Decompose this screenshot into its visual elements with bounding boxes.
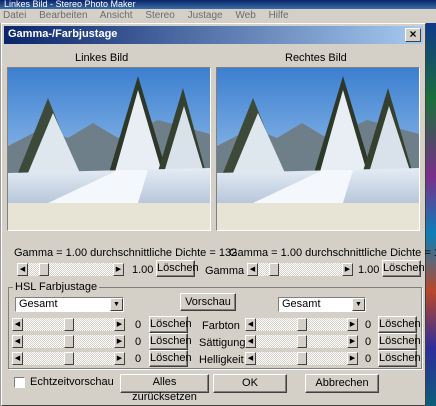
right-hue-value: 0: [365, 319, 372, 331]
slider-thumb[interactable]: [296, 352, 307, 365]
arrow-right-icon[interactable]: ▶: [347, 318, 358, 331]
dialog-titlebar[interactable]: Gamma-/Farbjustage ×: [4, 26, 423, 44]
left-brightness-value: 0: [135, 353, 142, 365]
left-gamma-info: Gamma = 1.00 durchschnittliche Dichte = …: [14, 247, 238, 259]
right-gamma-reset-button[interactable]: Löschen: [382, 260, 425, 277]
left-gamma-slider[interactable]: ◀ ▶: [17, 263, 124, 276]
arrow-left-icon[interactable]: ◀: [247, 263, 258, 276]
hsl-group-label: HSL Farbjustage: [13, 281, 100, 293]
arrow-right-icon[interactable]: ▶: [347, 335, 358, 348]
dropdown-arrow-icon[interactable]: ▼: [110, 298, 123, 311]
realtime-preview-checkbox[interactable]: [14, 377, 25, 388]
menu-justage[interactable]: Justage: [188, 10, 223, 21]
arrow-left-icon[interactable]: ◀: [245, 318, 256, 331]
left-hsl-select-value: Gesamt: [19, 298, 58, 310]
preview-button[interactable]: Vorschau: [180, 293, 236, 311]
right-hsl-select[interactable]: Gesamt ▼: [278, 297, 366, 312]
menu-hilfe[interactable]: Hilfe: [269, 10, 289, 21]
arrow-left-icon[interactable]: ◀: [12, 352, 23, 365]
arrow-left-icon[interactable]: ◀: [12, 335, 23, 348]
left-image-preview: [7, 67, 211, 231]
left-hue-value: 0: [135, 319, 142, 331]
left-brightness-slider[interactable]: ◀ ▶: [12, 352, 125, 365]
right-brightness-value: 0: [365, 353, 372, 365]
menu-bearbeiten[interactable]: Bearbeiten: [39, 10, 87, 21]
arrow-right-icon[interactable]: ▶: [114, 335, 125, 348]
left-brightness-reset-button[interactable]: Löschen: [149, 350, 192, 367]
arrow-left-icon[interactable]: ◀: [245, 335, 256, 348]
reset-all-button[interactable]: Alles zurücksetzen: [120, 374, 209, 403]
left-gamma-reset-button[interactable]: Löschen: [156, 260, 199, 277]
menu-datei[interactable]: Datei: [3, 10, 26, 21]
slider-thumb[interactable]: [296, 318, 307, 331]
right-image-label: Rechtes Bild: [285, 52, 347, 64]
menu-web[interactable]: Web: [235, 10, 255, 21]
right-gamma-slider[interactable]: ◀ ▶: [247, 263, 353, 276]
left-gamma-value: 1.00: [132, 264, 154, 276]
right-brightness-slider[interactable]: ◀ ▶: [245, 352, 358, 365]
dialog-title: Gamma-/Farbjustage: [8, 28, 118, 40]
left-hue-slider[interactable]: ◀ ▶: [12, 318, 125, 331]
saturation-label: Sättigung: [199, 337, 246, 349]
arrow-right-icon[interactable]: ▶: [114, 318, 125, 331]
slider-thumb[interactable]: [269, 263, 280, 276]
dropdown-arrow-icon[interactable]: ▼: [352, 298, 365, 311]
menu-stereo[interactable]: Stereo: [145, 10, 174, 21]
ok-button[interactable]: OK: [213, 374, 287, 393]
close-icon[interactable]: ×: [405, 28, 421, 42]
right-saturation-value: 0: [365, 336, 372, 348]
right-hue-reset-button[interactable]: Löschen: [378, 316, 421, 333]
gamma-label: Gamma: [205, 265, 245, 277]
left-saturation-slider[interactable]: ◀ ▶: [12, 335, 125, 348]
slider-thumb[interactable]: [63, 335, 74, 348]
background-window-title: Linkes Bild - Stereo Photo Maker: [0, 0, 436, 9]
gamma-dialog: Gamma-/Farbjustage × Linkes Bild Rechtes…: [1, 23, 436, 406]
slider-thumb[interactable]: [63, 352, 74, 365]
right-hue-slider[interactable]: ◀ ▶: [245, 318, 358, 331]
right-hsl-select-value: Gesamt: [282, 298, 321, 310]
left-hue-reset-button[interactable]: Löschen: [149, 316, 192, 333]
background-menubar: Datei Bearbeiten Ansicht Stereo Justage …: [0, 9, 436, 23]
menu-ansicht[interactable]: Ansicht: [100, 10, 133, 21]
right-saturation-slider[interactable]: ◀ ▶: [245, 335, 358, 348]
arrow-right-icon[interactable]: ▶: [114, 352, 125, 365]
left-saturation-reset-button[interactable]: Löschen: [149, 333, 192, 350]
arrow-left-icon[interactable]: ◀: [12, 318, 23, 331]
arrow-right-icon[interactable]: ▶: [113, 263, 124, 276]
right-saturation-reset-button[interactable]: Löschen: [378, 333, 421, 350]
right-gamma-info: Gamma = 1.00 durchschnittliche Dichte = …: [229, 247, 436, 259]
hue-label: Farbton: [202, 320, 240, 332]
cancel-button[interactable]: Abbrechen: [305, 374, 379, 393]
left-saturation-value: 0: [135, 336, 142, 348]
arrow-right-icon[interactable]: ▶: [347, 352, 358, 365]
arrow-left-icon[interactable]: ◀: [17, 263, 28, 276]
right-brightness-reset-button[interactable]: Löschen: [378, 350, 421, 367]
left-image-label: Linkes Bild: [75, 52, 129, 64]
right-gamma-value: 1.00: [358, 264, 380, 276]
realtime-preview-label: Echtzeitvorschau: [30, 376, 114, 388]
arrow-left-icon[interactable]: ◀: [245, 352, 256, 365]
slider-thumb[interactable]: [296, 335, 307, 348]
right-image-preview: [216, 67, 420, 231]
slider-thumb[interactable]: [39, 263, 50, 276]
brightness-label: Helligkeit: [199, 354, 244, 366]
slider-thumb[interactable]: [63, 318, 74, 331]
arrow-right-icon[interactable]: ▶: [342, 263, 353, 276]
left-hsl-select[interactable]: Gesamt ▼: [15, 297, 124, 312]
